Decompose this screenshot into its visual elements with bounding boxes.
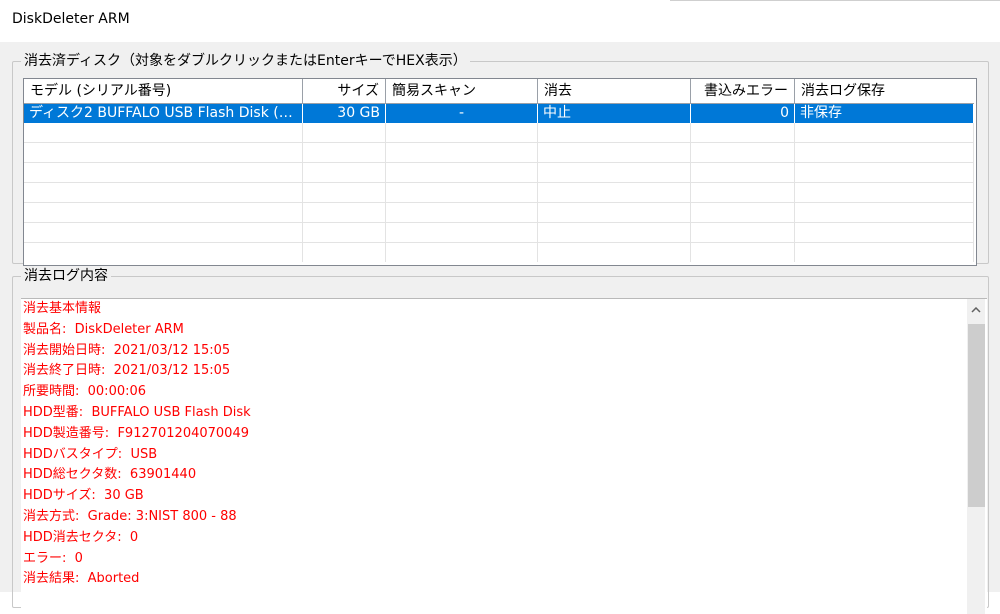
column-header-quick-scan[interactable]: 簡易スキャン	[386, 79, 538, 103]
window-title: DiskDeleter ARM	[12, 11, 130, 27]
empty-row	[24, 203, 974, 223]
cell-quick-scan: -	[386, 104, 538, 123]
erase-log-group-label: 消去ログ内容	[21, 267, 111, 285]
log-vertical-scrollbar[interactable]	[967, 299, 985, 614]
log-line: HDDサイズ: 30 GB	[23, 488, 144, 504]
log-line: HDD消去セクタ: 0	[23, 529, 139, 545]
log-line: 消去終了日時: 2021/03/12 15:05	[23, 363, 231, 379]
disk-list[interactable]: モデル (シリアル番号) サイズ 簡易スキャン 消去 書込みエラー 消去ログ保存…	[23, 78, 977, 266]
scroll-up-arrow-icon[interactable]	[967, 299, 985, 321]
empty-row	[24, 143, 974, 163]
empty-row	[24, 243, 974, 262]
disk-list-header: モデル (シリアル番号) サイズ 簡易スキャン 消去 書込みエラー 消去ログ保存	[24, 79, 974, 104]
column-header-size[interactable]: サイズ	[303, 79, 386, 103]
log-line: エラー: 0	[23, 550, 83, 566]
empty-row	[24, 183, 974, 203]
log-line: 消去結果: Aborted	[23, 571, 140, 587]
log-line: HDDバスタイプ: USB	[23, 446, 158, 462]
erased-disks-group-label: 消去済ディスク（対象をダブルクリックまたはEnterキーでHEX表示）	[21, 52, 470, 70]
log-lines: 消去基本情報 製品名: DiskDeleter ARM 消去開始日時: 2021…	[23, 299, 943, 590]
log-line: 所要時間: 00:00:06	[23, 384, 147, 400]
log-line: 消去開始日時: 2021/03/12 15:05	[23, 342, 231, 358]
cell-model: ディスク2 BUFFALO USB Flash Disk (S/…	[24, 104, 303, 123]
empty-row	[24, 223, 974, 243]
erase-log-group: 消去ログ内容 消去基本情報 製品名: DiskDeleter ARM 消去開始日…	[12, 267, 989, 614]
log-line: 消去基本情報	[23, 301, 102, 316]
column-header-log-saved[interactable]: 消去ログ保存	[795, 79, 974, 103]
log-line: HDD型番: BUFFALO USB Flash Disk	[23, 404, 251, 420]
empty-row	[24, 123, 974, 143]
log-line: HDD製造番号: F912701204070049	[23, 425, 249, 441]
column-header-model[interactable]: モデル (シリアル番号)	[24, 79, 303, 103]
client-area: 消去済ディスク（対象をダブルクリックまたはEnterキーでHEX表示） モデル …	[0, 42, 1000, 614]
column-header-write-errors[interactable]: 書込みエラー	[691, 79, 795, 103]
empty-row	[24, 163, 974, 183]
cell-size: 30 GB	[303, 104, 386, 123]
log-line: 製品名: DiskDeleter ARM	[23, 321, 184, 337]
column-header-erase[interactable]: 消去	[538, 79, 691, 103]
log-line: 消去方式: Grade: 3:NIST 800 - 88	[23, 508, 237, 524]
cell-write-errors: 0	[691, 104, 795, 123]
scroll-thumb[interactable]	[968, 324, 985, 507]
log-line: HDD総セクタ数: 63901440	[23, 467, 197, 483]
erased-disks-group: 消去済ディスク（対象をダブルクリックまたはEnterキーでHEX表示） モデル …	[12, 52, 989, 266]
title-bar[interactable]: DiskDeleter ARM	[0, 0, 1000, 42]
caption-area	[670, 0, 1000, 2]
cell-erase: 中止	[538, 104, 691, 123]
disk-row[interactable]: ディスク2 BUFFALO USB Flash Disk (S/… 30 GB …	[24, 104, 974, 123]
cell-log-saved: 非保存	[795, 104, 974, 123]
erase-log-textbox[interactable]: 消去基本情報 製品名: DiskDeleter ARM 消去開始日時: 2021…	[21, 298, 987, 614]
